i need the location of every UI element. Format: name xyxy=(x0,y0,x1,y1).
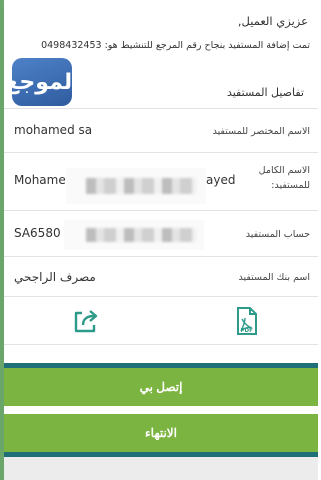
greeting-text: عزيزي العميل, xyxy=(237,14,308,28)
finish-button[interactable]: الانتهاء xyxy=(4,414,318,452)
watermark-logo-text: الموجع xyxy=(4,69,80,95)
detail-row-short-name: mohamed sa الاسم المختصر للمستفيد xyxy=(4,109,318,153)
watermark-logo: الموجع xyxy=(4,58,80,106)
bank-value: مصرف الراجحي xyxy=(14,270,96,284)
share-icon[interactable] xyxy=(70,305,102,337)
confirmation-screen: عزيزي العميل, تمت إضافة المستفيد بنجاح ر… xyxy=(4,0,318,480)
pdf-icon[interactable]: PDF xyxy=(230,305,262,337)
bank-label: اسم بنك المستفيد xyxy=(238,272,310,283)
full-name-value-start: Mohame xyxy=(14,173,66,187)
account-label: حساب المستفيد xyxy=(245,229,310,240)
button-gap xyxy=(4,406,318,414)
actions-row: PDF xyxy=(4,297,318,345)
redaction-overlay-name xyxy=(66,168,206,204)
bottom-bar xyxy=(4,457,318,480)
detail-row-bank: مصرف الراجحي اسم بنك المستفيد xyxy=(4,257,318,297)
short-name-value: mohamed sa xyxy=(14,123,93,137)
account-value: SA6580 xyxy=(14,226,61,240)
full-name-label: الاسم الكامل للمستفيد: xyxy=(258,165,310,191)
redaction-overlay-account xyxy=(64,220,204,250)
redaction-blur xyxy=(86,178,196,194)
section-title: تفاصيل المستفيد xyxy=(226,86,304,99)
call-me-button[interactable]: إتصل بي xyxy=(4,368,318,406)
success-message: تمت إضافة المستفيد بنجاح رقم المرجع للتن… xyxy=(41,40,310,51)
short-name-label: الاسم المختصر للمستفيد xyxy=(212,126,310,137)
redaction-blur xyxy=(86,228,196,242)
pdf-label: PDF xyxy=(241,328,254,334)
